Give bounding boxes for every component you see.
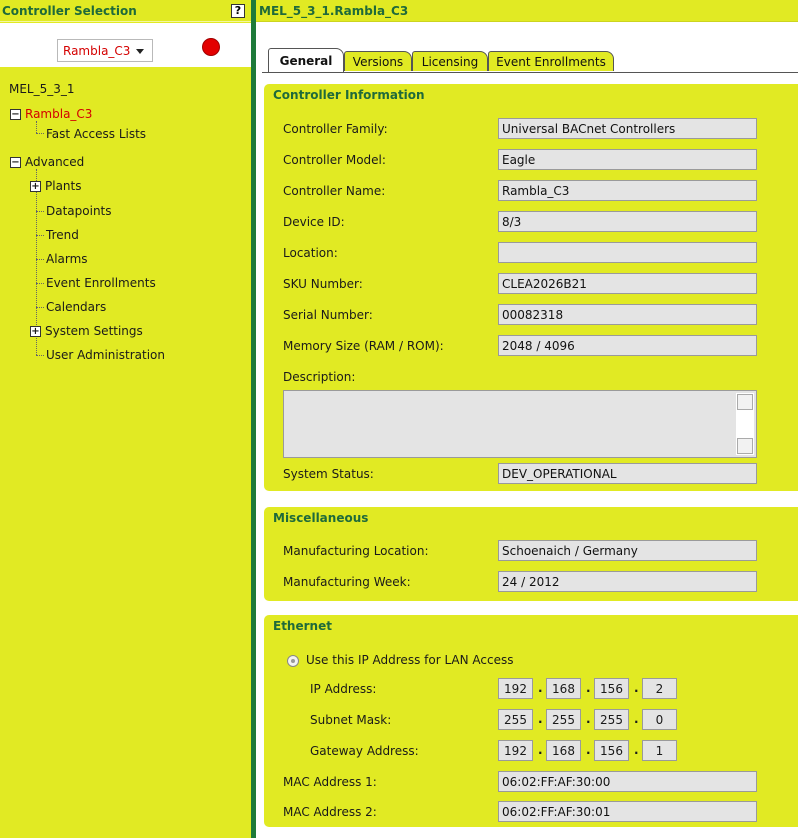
ip-octet-field[interactable]: 192 (498, 678, 533, 699)
field-label: Serial Number: (283, 308, 373, 322)
controller-model-field: Eagle (498, 149, 757, 170)
ip-octet-field[interactable]: 168 (546, 678, 581, 699)
tab-general[interactable]: General (268, 48, 344, 72)
gateway-octet-field[interactable]: 192 (498, 740, 533, 761)
scroll-up-icon[interactable] (737, 394, 753, 410)
field-label: System Status: (283, 467, 374, 481)
help-button[interactable]: ? (231, 4, 245, 18)
use-ip-radio[interactable] (287, 655, 299, 667)
field-label: IP Address: (310, 682, 377, 696)
splitter[interactable] (251, 0, 256, 838)
manufacturing-location-field: Schoenaich / Germany (498, 540, 757, 561)
expand-icon[interactable]: + (30, 181, 41, 192)
controller-information-section: Controller Information Controller Family… (264, 84, 798, 491)
tab-bar: General Versions Licensing Event Enrollm… (256, 23, 798, 73)
chevron-down-icon (136, 49, 144, 54)
sidebar-header: Controller Selection ? (0, 0, 251, 22)
tree-item-fast-access-lists[interactable]: Fast Access Lists (46, 127, 146, 141)
controller-dropdown[interactable]: Rambla_C3 (57, 39, 153, 62)
tree-item-event-enrollments[interactable]: Event Enrollments (46, 276, 156, 290)
field-label: Manufacturing Location: (283, 544, 429, 558)
tree-item-advanced[interactable]: Advanced (25, 155, 84, 169)
controller-family-field: Universal BACnet Controllers (498, 118, 757, 139)
tree-item-controller[interactable]: Rambla_C3 (25, 107, 92, 121)
serial-number-field: 00082318 (498, 304, 757, 325)
field-label: Memory Size (RAM / ROM): (283, 339, 444, 353)
manufacturing-week-field: 24 / 2012 (498, 571, 757, 592)
gateway-octet-field[interactable]: 1 (642, 740, 677, 761)
field-label: Manufacturing Week: (283, 575, 411, 589)
location-field[interactable] (498, 242, 757, 263)
field-label: Subnet Mask: (310, 713, 392, 727)
tree-item-alarms[interactable]: Alarms (46, 252, 88, 266)
tab-event-enrollments[interactable]: Event Enrollments (488, 51, 614, 71)
controller-select-area: Rambla_C3 (0, 23, 251, 67)
tab-licensing[interactable]: Licensing (412, 51, 488, 71)
gateway-octet-field[interactable]: 168 (546, 740, 581, 761)
field-label: Description: (283, 370, 356, 384)
field-label: Controller Name: (283, 184, 386, 198)
tree-item-datapoints[interactable]: Datapoints (46, 204, 112, 218)
ip-octet-field[interactable]: 2 (642, 678, 677, 699)
use-ip-label: Use this IP Address for LAN Access (306, 653, 514, 667)
ethernet-section: Ethernet Use this IP Address for LAN Acc… (264, 615, 798, 827)
controller-name-field[interactable]: Rambla_C3 (498, 180, 757, 201)
tree-item-user-administration[interactable]: User Administration (46, 348, 165, 362)
controller-dropdown-value: Rambla_C3 (63, 44, 131, 58)
main-header: MEL_5_3_1.Rambla_C3 (256, 0, 798, 22)
subnet-octet-field[interactable]: 0 (642, 709, 677, 730)
field-label: MAC Address 2: (283, 805, 377, 819)
sidebar-title: Controller Selection (2, 4, 137, 18)
field-label: SKU Number: (283, 277, 363, 291)
mac-address-2-field: 06:02:FF:AF:30:01 (498, 801, 757, 822)
collapse-icon[interactable]: − (10, 109, 21, 120)
subnet-octet-field[interactable]: 255 (498, 709, 533, 730)
tree-root[interactable]: MEL_5_3_1 (9, 82, 75, 96)
miscellaneous-section: Miscellaneous Manufacturing Location: Sc… (264, 507, 798, 601)
tab-versions[interactable]: Versions (344, 51, 412, 71)
scroll-down-icon[interactable] (737, 438, 753, 454)
subnet-octet-field[interactable]: 255 (594, 709, 629, 730)
section-title: Controller Information (273, 88, 425, 102)
status-indicator-icon (202, 38, 220, 56)
field-label: Controller Model: (283, 153, 386, 167)
tree-item-calendars[interactable]: Calendars (46, 300, 106, 314)
field-label: Controller Family: (283, 122, 388, 136)
page-title: MEL_5_3_1.Rambla_C3 (259, 4, 409, 18)
subnet-octet-field[interactable]: 255 (546, 709, 581, 730)
field-label: MAC Address 1: (283, 775, 377, 789)
field-label: Device ID: (283, 215, 345, 229)
description-textarea[interactable] (283, 390, 757, 458)
controller-selection-panel: Controller Selection ? Rambla_C3 MEL_5_3… (0, 0, 251, 838)
expand-icon[interactable]: + (30, 326, 41, 337)
tab-divider (262, 72, 798, 73)
field-label: Location: (283, 246, 338, 260)
sku-number-field: CLEA2026B21 (498, 273, 757, 294)
section-title: Miscellaneous (273, 511, 369, 525)
field-label: Gateway Address: (310, 744, 419, 758)
memory-size-field: 2048 / 4096 (498, 335, 757, 356)
system-status-field: DEV_OPERATIONAL (498, 463, 757, 484)
device-id-field: 8/3 (498, 211, 757, 232)
gateway-octet-field[interactable]: 156 (594, 740, 629, 761)
tree-item-system-settings[interactable]: System Settings (45, 324, 143, 338)
section-title: Ethernet (273, 619, 332, 633)
tree-item-trend[interactable]: Trend (46, 228, 79, 242)
collapse-icon[interactable]: − (10, 157, 21, 168)
mac-address-1-field: 06:02:FF:AF:30:00 (498, 771, 757, 792)
tree-item-plants[interactable]: Plants (45, 179, 82, 193)
ip-octet-field[interactable]: 156 (594, 678, 629, 699)
